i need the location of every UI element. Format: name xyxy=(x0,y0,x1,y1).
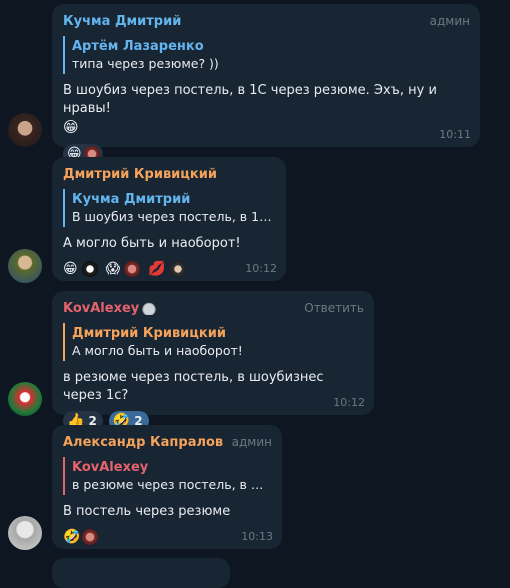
message-text-body: В шоубиз через постель, в 1С через резюм… xyxy=(63,83,437,116)
quote-text: А могло быть и наоборот! xyxy=(72,343,243,358)
message-author[interactable]: Кучма Дмитрий xyxy=(63,14,181,29)
reaction-kiss[interactable]: 💋 xyxy=(148,259,165,279)
reply-button[interactable]: Ответить xyxy=(304,301,364,315)
reply-quote[interactable]: Кучма Дмитрий В шоубиз через постель, в … xyxy=(63,189,276,227)
message-text: А могло быть и наоборот! xyxy=(63,236,241,251)
grin-emoji: 😁 xyxy=(63,118,79,136)
cat-badge-icon xyxy=(141,301,158,315)
avatar[interactable] xyxy=(8,113,42,147)
rofl-icon: 🤣 xyxy=(63,529,81,545)
avatar[interactable] xyxy=(8,516,42,550)
quote-text: В шоубиз через постель, в 1С ... xyxy=(72,209,276,224)
reactions: 😁 😱 💋 xyxy=(63,259,276,279)
message-text: В постель через резюме xyxy=(63,504,231,519)
reactor-avatar-icon xyxy=(82,529,99,545)
reaction-grin[interactable]: 😁 xyxy=(63,259,78,279)
quote-author: KovAlexey xyxy=(72,460,149,475)
quote-author: Артём Лазаренко xyxy=(72,39,204,54)
reply-quote[interactable]: KovAlexey в резюме через постель, в шоу.… xyxy=(63,457,272,495)
reply-quote[interactable]: Артём Лазаренко типа через резюме? )) xyxy=(63,36,470,74)
message-bubble: Александр Капралов админ KovAlexey в рез… xyxy=(52,425,282,549)
message-time: 10:13 xyxy=(241,530,273,543)
message-bubble: KovAlexey Ответить Дмитрий Кривицкий А м… xyxy=(52,291,374,431)
admin-badge: админ xyxy=(231,435,272,449)
message-text: в резюме через постель, в шоубизнес чере… xyxy=(63,370,324,403)
kiss-icon: 💋 xyxy=(148,261,166,277)
reactor-avatar-icon[interactable] xyxy=(169,261,186,277)
reaction-scream[interactable]: 😱 xyxy=(106,259,121,279)
message-time: 10:12 xyxy=(245,262,277,275)
reactor-avatar-icon[interactable] xyxy=(81,261,98,277)
message-bubble: Кучма Дмитрий админ Артём Лазаренко типа… xyxy=(52,4,480,164)
message-time: 10:12 xyxy=(333,396,365,409)
message-author[interactable]: Дмитрий Кривицкий xyxy=(63,167,217,182)
message-bubble-partial xyxy=(52,558,230,588)
message-text: В шоубиз через постель, в 1С через резюм… xyxy=(63,82,470,138)
message-author[interactable]: KovAlexey xyxy=(63,301,139,316)
quote-author: Дмитрий Кривицкий xyxy=(72,326,226,341)
quote-author: Кучма Дмитрий xyxy=(72,192,191,207)
reactor-avatar-icon[interactable] xyxy=(124,261,141,277)
message-bubble: Дмитрий Кривицкий Кучма Дмитрий В шоубиз… xyxy=(52,157,286,281)
quote-text: в резюме через постель, в шоу... xyxy=(72,477,272,492)
message-author[interactable]: Александр Капралов xyxy=(63,435,223,450)
reaction-rofl[interactable]: 🤣 xyxy=(63,527,99,547)
avatar[interactable] xyxy=(8,249,42,283)
reply-quote[interactable]: Дмитрий Кривицкий А могло быть и наоборо… xyxy=(63,323,364,361)
avatar[interactable] xyxy=(8,382,42,416)
admin-badge: админ xyxy=(429,14,470,28)
quote-text: типа через резюме? )) xyxy=(72,56,219,71)
scream-icon: 😱 xyxy=(105,261,121,277)
grin-icon: 😁 xyxy=(63,261,78,277)
message-time: 10:11 xyxy=(439,128,471,141)
